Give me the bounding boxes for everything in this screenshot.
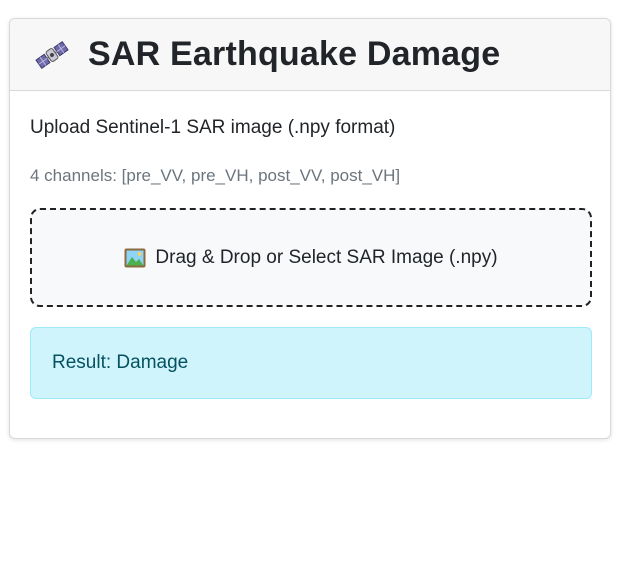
framed-picture-icon xyxy=(124,248,146,268)
main-card: SAR Earthquake Damage Upload Sentinel-1 … xyxy=(9,18,611,439)
file-dropzone[interactable]: Drag & Drop or Select SAR Image (.npy) xyxy=(30,208,592,307)
card-header: SAR Earthquake Damage xyxy=(10,19,610,91)
result-text: Result: Damage xyxy=(52,352,189,373)
satellite-icon xyxy=(34,37,70,73)
upload-instruction: Upload Sentinel-1 SAR image (.npy format… xyxy=(30,117,396,138)
channels-hint: 4 channels: [pre_VV, pre_VH, post_VV, po… xyxy=(30,166,401,185)
page-title: SAR Earthquake Damage xyxy=(88,35,501,73)
dropzone-label: Drag & Drop or Select SAR Image (.npy) xyxy=(155,246,498,268)
result-alert: Result: Damage xyxy=(30,327,592,399)
